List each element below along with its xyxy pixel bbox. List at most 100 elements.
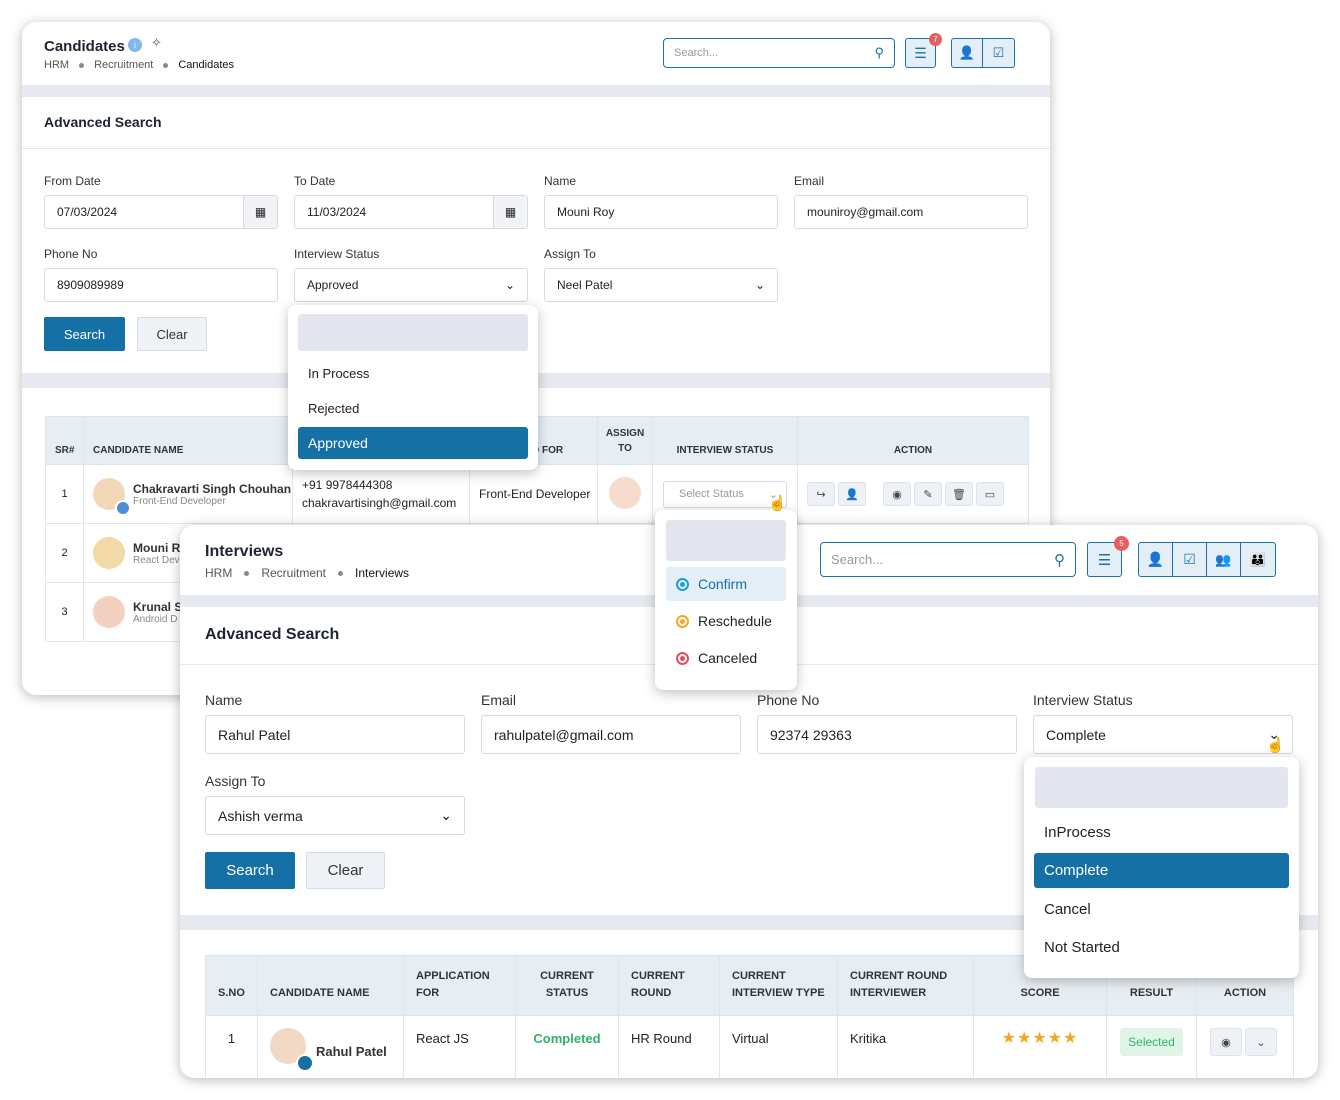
calendar-icon[interactable]: ▦ bbox=[243, 196, 277, 228]
filter-badge: 5 bbox=[1114, 536, 1129, 551]
chevron-down-icon: ⌄ bbox=[504, 278, 515, 292]
breadcrumb-recruitment[interactable]: Recruitment bbox=[261, 566, 326, 580]
avatar bbox=[93, 596, 125, 628]
option-cancel[interactable]: Cancel bbox=[1034, 896, 1289, 922]
star-icon: ★ bbox=[1047, 1030, 1064, 1047]
option-rejected[interactable]: Rejected bbox=[298, 396, 528, 420]
col-assign-to: ASSIGN TO bbox=[597, 416, 653, 465]
phone-label: Phone No bbox=[44, 247, 98, 261]
interview-status-select[interactable]: Complete ⌄ bbox=[1033, 715, 1293, 754]
to-date-label: To Date bbox=[294, 174, 336, 188]
pin-icon[interactable]: ✧ bbox=[151, 35, 162, 51]
cursor-hand-icon: ☝ bbox=[1266, 737, 1285, 754]
email-input[interactable]: mouniroy@gmail.com bbox=[794, 195, 1028, 229]
name-label: Name bbox=[544, 174, 577, 188]
option-canceled[interactable]: Canceled bbox=[666, 645, 787, 671]
dropdown-search[interactable] bbox=[298, 314, 528, 351]
dropdown-search[interactable] bbox=[666, 520, 786, 561]
add-user-icon[interactable]: 👤 bbox=[952, 39, 983, 67]
candidates-header: Candidates i ✧ HRM Recruitment Candidate… bbox=[22, 22, 1050, 85]
forward-icon[interactable]: ↪ bbox=[807, 482, 835, 506]
calendar-icon[interactable]: ▦ bbox=[493, 196, 527, 228]
breadcrumb-current: Candidates bbox=[178, 59, 235, 71]
radio-icon bbox=[676, 651, 689, 665]
team-icon[interactable]: 👪 bbox=[1241, 543, 1275, 576]
interviews-status-dropdown: InProcess Complete Cancel Not Started bbox=[1024, 757, 1299, 978]
action-button-group: 👤 ☑ bbox=[951, 38, 1015, 68]
assign-to-select[interactable]: Neel Patel ⌄ bbox=[544, 268, 778, 302]
chevron-down-icon[interactable]: ⌄ bbox=[1245, 1028, 1277, 1056]
edit-icon[interactable]: ✎ bbox=[914, 482, 942, 506]
advanced-search-title: Advanced Search bbox=[205, 626, 340, 643]
users-icon[interactable]: 👥 bbox=[1207, 543, 1241, 576]
col-current-round: CURRENT ROUND bbox=[618, 955, 720, 1016]
search-input[interactable]: Search... ⚲ bbox=[663, 38, 895, 68]
option-confirm[interactable]: Confirm bbox=[666, 567, 786, 601]
option-inprocess[interactable]: InProcess bbox=[1034, 819, 1289, 845]
star-icon: ★ bbox=[1032, 1030, 1048, 1047]
col-interview-type: CURRENT INTERVIEW TYPE bbox=[719, 955, 838, 1016]
option-complete[interactable]: Complete bbox=[1034, 853, 1289, 888]
option-in-process[interactable]: In Process bbox=[298, 361, 528, 385]
phone-input[interactable]: 92374 29363 bbox=[757, 715, 1017, 754]
avatar bbox=[93, 537, 125, 569]
assignee-avatar bbox=[609, 476, 641, 509]
result-badge: Selected bbox=[1120, 1028, 1183, 1056]
breadcrumb-recruitment[interactable]: Recruitment bbox=[94, 59, 153, 71]
clear-button[interactable]: Clear bbox=[306, 852, 385, 889]
search-button[interactable]: Search bbox=[44, 317, 125, 351]
cursor-hand-icon: ☝ bbox=[768, 495, 787, 512]
breadcrumb: HRM Recruitment Candidates bbox=[44, 59, 234, 71]
breadcrumb-hrm[interactable]: HRM bbox=[44, 59, 69, 71]
name-input[interactable]: Rahul Patel bbox=[205, 715, 465, 754]
assign-user-icon[interactable]: 👤 bbox=[838, 482, 866, 506]
chevron-down-icon: ⌄ bbox=[754, 278, 765, 292]
add-user-icon[interactable]: 👤 bbox=[1139, 543, 1173, 576]
col-candidate-name: CANDIDATE NAME bbox=[83, 416, 293, 465]
sliders-icon: ☰ bbox=[914, 44, 927, 61]
from-date-label: From Date bbox=[44, 174, 101, 188]
option-reschedule[interactable]: Reschedule bbox=[666, 608, 787, 634]
option-not-started[interactable]: Not Started bbox=[1034, 934, 1289, 960]
radio-icon bbox=[676, 577, 689, 591]
star-icon: ★ bbox=[1016, 1030, 1033, 1047]
score-stars: ★★★★★ bbox=[973, 1015, 1107, 1078]
advanced-search-title: Advanced Search bbox=[44, 114, 162, 130]
comment-icon[interactable]: ▭ bbox=[976, 482, 1004, 506]
breadcrumb-hrm[interactable]: HRM bbox=[205, 566, 232, 580]
view-icon[interactable]: ◉ bbox=[1210, 1028, 1242, 1056]
filter-button[interactable]: ☰ 7 bbox=[905, 33, 942, 68]
col-interviewer: CURRENT ROUND INTERVIEWER bbox=[837, 955, 974, 1016]
phone-input[interactable]: 8909089989 bbox=[44, 268, 278, 302]
view-icon[interactable]: ◉ bbox=[883, 482, 911, 506]
interview-status-select[interactable]: Approved ⌄ bbox=[294, 268, 528, 302]
interview-status-label: Interview Status bbox=[294, 247, 380, 261]
page-title: Candidates bbox=[44, 38, 125, 55]
search-icon: ⚲ bbox=[874, 45, 884, 60]
dropdown-search[interactable] bbox=[1035, 767, 1288, 808]
search-input[interactable]: Search... ⚲ bbox=[820, 542, 1076, 577]
avatar bbox=[93, 478, 131, 516]
search-icon: ⚲ bbox=[1054, 551, 1065, 569]
assign-to-select[interactable]: Ashish verma ⌄ bbox=[205, 796, 465, 835]
clear-button[interactable]: Clear bbox=[137, 317, 207, 351]
to-date-input[interactable]: 11/03/2024 ▦ bbox=[294, 195, 528, 229]
search-button[interactable]: Search bbox=[205, 852, 295, 889]
name-input[interactable]: Mouni Roy bbox=[544, 195, 778, 229]
checkbox-icon[interactable]: ☑ bbox=[983, 39, 1014, 67]
filter-button[interactable]: ☰ 5 bbox=[1087, 536, 1129, 577]
col-sr: SR# bbox=[45, 416, 84, 465]
from-date-input[interactable]: 07/03/2024 ▦ bbox=[44, 195, 278, 229]
col-application-for: APPLICATION FOR bbox=[403, 955, 516, 1016]
delete-icon[interactable]: 🗑 bbox=[945, 482, 973, 506]
col-sno: S.NO bbox=[205, 955, 258, 1016]
phone-label: Phone No bbox=[757, 692, 820, 708]
email-input[interactable]: rahulpatel@gmail.com bbox=[481, 715, 741, 754]
info-icon[interactable]: i bbox=[128, 38, 142, 52]
row-status-dropdown: Confirm Reschedule Canceled bbox=[655, 510, 797, 690]
checkbox-icon[interactable]: ☑ bbox=[1173, 543, 1207, 576]
chevron-down-icon: ⌄ bbox=[440, 807, 452, 823]
option-approved[interactable]: Approved bbox=[298, 427, 528, 459]
status-text: Completed bbox=[515, 1015, 619, 1078]
radio-icon bbox=[676, 614, 689, 628]
